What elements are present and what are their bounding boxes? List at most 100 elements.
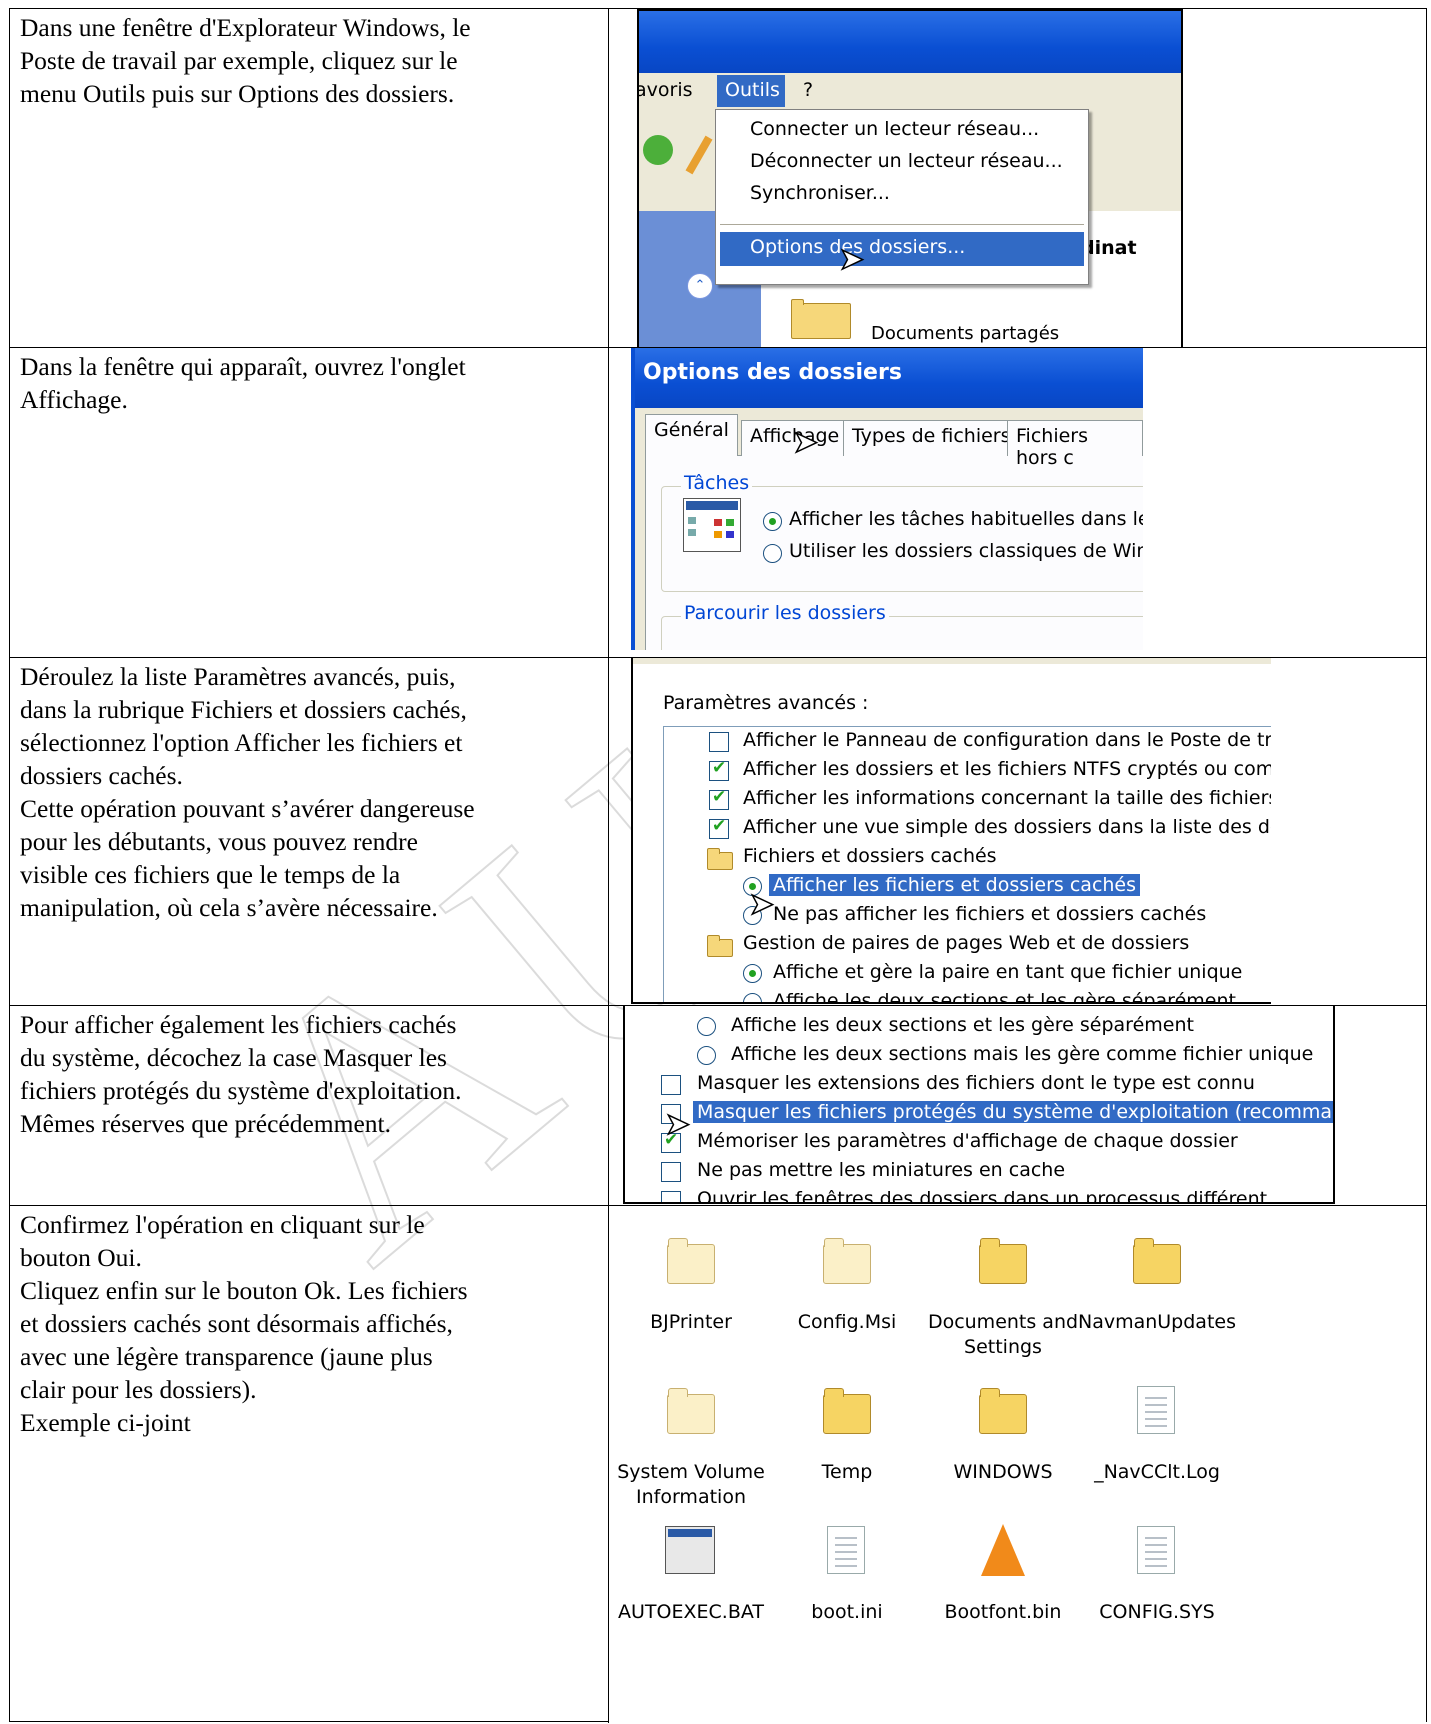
file-label: Bootfont.bin xyxy=(944,1601,1062,1623)
menu-item-disconnect-drive[interactable]: Déconnecter un lecteur réseau... xyxy=(750,150,1063,172)
folder-icon xyxy=(707,848,733,870)
screenshot-tools-menu: avoris Outils ? dinat Documents partagés… xyxy=(609,9,1426,347)
option-common-tasks[interactable]: Afficher les tâches habituelles dans les… xyxy=(789,508,1143,530)
settings-file-icon xyxy=(827,1526,865,1574)
file-item[interactable]: WINDOWS xyxy=(921,1376,1085,1516)
search-icon[interactable] xyxy=(685,135,713,175)
file-item[interactable]: BJPrinter xyxy=(609,1226,773,1366)
folder-label[interactable]: Documents partagés xyxy=(871,323,1059,344)
list-item[interactable]: Affiche et gère la paire en tant que fic… xyxy=(773,961,1242,983)
tab-file-types[interactable]: Types de fichiers xyxy=(843,420,1020,456)
list-item[interactable]: Affiche les deux sections mais les gère … xyxy=(731,1043,1313,1065)
file-item[interactable]: System Volume Information xyxy=(609,1376,773,1516)
file-item[interactable]: Documents and Settings xyxy=(921,1226,1085,1366)
option-show-hidden[interactable]: Afficher les fichiers et dossiers cachés xyxy=(769,874,1141,896)
radio-classic-folders[interactable] xyxy=(763,544,782,563)
instruction-text: Dans une fenêtre d'Explorateur Windows, … xyxy=(20,13,471,108)
file-item[interactable]: AUTOEXEC.BAT xyxy=(609,1516,773,1656)
checkbox[interactable] xyxy=(661,1075,681,1095)
file-item[interactable]: Bootfont.bin xyxy=(921,1516,1085,1656)
screenshot-folder-options: Options des dossiers Général Affichage T… xyxy=(609,348,1426,657)
menu-outils[interactable]: Outils xyxy=(725,79,780,101)
folder-icon[interactable] xyxy=(791,299,851,339)
menu-item-connect-drive[interactable]: Connecter un lecteur réseau... xyxy=(750,118,1039,140)
option-classic-folders[interactable]: Utiliser les dossiers classiques de Wind… xyxy=(789,540,1143,562)
folder-icon xyxy=(979,1388,1027,1434)
file-label: Config.Msi xyxy=(797,1311,897,1333)
dialog-title: Options des dossiers xyxy=(643,360,902,385)
mouse-cursor-icon: ➤ xyxy=(838,242,865,277)
file-item[interactable]: NavmanUpdates xyxy=(1075,1226,1239,1366)
list-item[interactable]: Affiche les deux sections et les gère sé… xyxy=(773,990,1236,1002)
file-label: Documents and Settings xyxy=(927,1311,1079,1358)
list-item[interactable]: Afficher les informations concernant la … xyxy=(743,787,1271,809)
list-item[interactable]: Afficher le Panneau de configuration dan… xyxy=(743,729,1271,751)
checkbox[interactable] xyxy=(661,1162,681,1182)
checkbox[interactable] xyxy=(661,1191,681,1202)
instruction-text: Confirmez l'opération en cliquant sur le… xyxy=(20,1210,468,1437)
option-hide-hidden[interactable]: Ne pas afficher les fichiers et dossiers… xyxy=(773,903,1206,925)
list-item[interactable]: Afficher une vue simple des dossiers dan… xyxy=(743,816,1271,838)
mouse-cursor-icon: ➤ xyxy=(664,1107,691,1142)
tab-general[interactable]: Général xyxy=(645,414,738,456)
instruction-text: Pour afficher également les fichiers cac… xyxy=(20,1010,462,1138)
file-label: CONFIG.SYS xyxy=(1099,1601,1215,1623)
folder-icon xyxy=(823,1388,871,1434)
vlc-cone-icon xyxy=(981,1524,1025,1576)
batch-file-icon xyxy=(665,1526,715,1574)
document-icon xyxy=(1137,1526,1175,1574)
file-item[interactable]: Config.Msi xyxy=(765,1226,929,1366)
group-tasks-label: Tâches xyxy=(681,472,753,494)
file-label: boot.ini xyxy=(811,1601,883,1623)
screenshot-advanced-settings: Paramètres avancés : Afficher le Panneau… xyxy=(609,658,1426,1005)
table-row: Dans la fenêtre qui apparaît, ouvrez l'o… xyxy=(10,348,1426,658)
folder-icon xyxy=(667,1388,715,1434)
folder-icon xyxy=(823,1238,871,1284)
menu-help[interactable]: ? xyxy=(803,79,813,101)
folder-icon xyxy=(1133,1238,1181,1284)
up-folder-icon[interactable] xyxy=(643,135,673,165)
folder-icon xyxy=(979,1238,1027,1284)
list-item: Fichiers et dossiers cachés xyxy=(743,845,997,867)
menu-favoris[interactable]: avoris xyxy=(639,79,693,101)
list-item[interactable]: Masquer les extensions des fichiers dont… xyxy=(697,1072,1255,1094)
radio-separate[interactable] xyxy=(697,1017,716,1036)
radio-common-tasks[interactable] xyxy=(763,512,782,531)
group-browse-label: Parcourir les dossiers xyxy=(681,602,889,624)
checkbox[interactable] xyxy=(709,732,729,752)
file-label: BJPrinter xyxy=(650,1311,732,1333)
file-label: WINDOWS xyxy=(953,1461,1053,1483)
file-item[interactable]: CONFIG.SYS xyxy=(1075,1516,1239,1656)
list-item[interactable]: Mémoriser les paramètres d'affichage de … xyxy=(697,1130,1238,1152)
tasks-icon xyxy=(683,498,741,552)
file-label: _NavCClt.Log xyxy=(1094,1461,1220,1483)
radio-single-file[interactable] xyxy=(743,964,762,983)
folder-icon-grid: BJPrinter Config.Msi Documents and Setting… xyxy=(609,1206,1426,1723)
file-item[interactable]: boot.ini xyxy=(765,1516,929,1656)
list-item[interactable]: Ne pas mettre les miniatures en cache xyxy=(697,1159,1065,1181)
checkbox[interactable] xyxy=(709,758,729,781)
radio-single-file[interactable] xyxy=(697,1046,716,1065)
tab-offline-files[interactable]: Fichiers hors c xyxy=(1007,420,1143,469)
list-item[interactable]: Affiche les deux sections et les gère sé… xyxy=(731,1014,1194,1036)
screenshot-hidden-files-shown: BJPrinter Config.Msi Documents and Setting… xyxy=(609,1206,1426,1723)
option-protected-files[interactable]: Masquer les fichiers protégés du système… xyxy=(693,1101,1333,1123)
table-row: Dans une fenêtre d'Explorateur Windows, … xyxy=(10,9,1426,348)
checkbox[interactable] xyxy=(709,816,729,839)
menu-item-synchronize[interactable]: Synchroniser... xyxy=(750,182,890,204)
file-label: NavmanUpdates xyxy=(1077,1311,1236,1333)
checkbox[interactable] xyxy=(709,787,729,810)
instruction-text: Dans la fenêtre qui apparaît, ouvrez l'o… xyxy=(20,352,466,414)
table-row: Pour afficher également les fichiers cac… xyxy=(10,1006,1426,1206)
file-item[interactable]: Temp xyxy=(765,1376,929,1516)
chevron-up-icon[interactable]: ⌃ xyxy=(687,273,713,299)
file-label: System Volume Information xyxy=(617,1461,765,1508)
window-titlebar xyxy=(639,11,1181,73)
screenshot-protected-files: Affiche les deux sections et les gère sé… xyxy=(609,1006,1426,1205)
file-item[interactable]: _NavCClt.Log xyxy=(1075,1376,1239,1516)
folder-icon xyxy=(707,935,733,957)
list-item[interactable]: Ouvrir les fenêtres des dossiers dans un… xyxy=(697,1188,1267,1202)
menu-separator xyxy=(720,224,1084,225)
mouse-cursor-icon: ➤ xyxy=(748,887,775,922)
list-item[interactable]: Afficher les dossiers et les fichiers NT… xyxy=(743,758,1271,780)
